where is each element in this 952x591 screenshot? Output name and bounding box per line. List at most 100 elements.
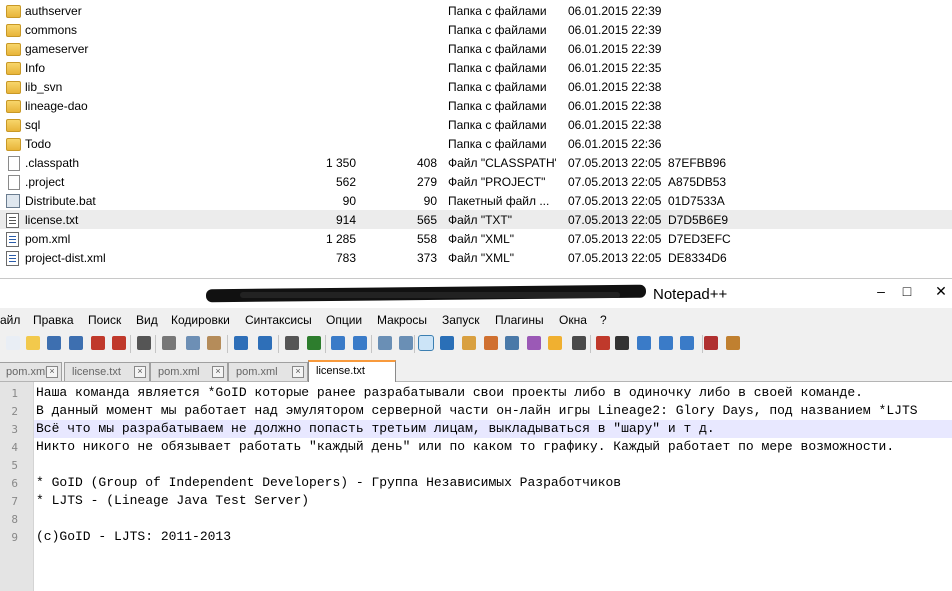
file-row[interactable]: .classpath 1 350 408 Файл "CLASSPATH" 07.05.… — [0, 153, 952, 172]
file-date: 06.01.2015 22:39 — [568, 4, 662, 18]
file-date: 06.01.2015 22:36 — [568, 137, 662, 151]
run-macro-multiple-icon[interactable] — [658, 336, 673, 350]
code-line[interactable]: Всё что мы разрабатываем не должно попас… — [36, 421, 715, 436]
spell-check-icon[interactable] — [704, 336, 718, 350]
toolbar-separator — [413, 335, 415, 353]
copy-icon[interactable] — [185, 336, 200, 350]
open-file-icon[interactable] — [25, 336, 40, 350]
file-row[interactable]: Distribute.bat 90 90 Пакетный файл ... 07.05… — [0, 191, 952, 210]
menu-help[interactable]: ? — [600, 313, 607, 327]
line-number: 4 — [11, 441, 18, 454]
minimize-button[interactable]: – — [868, 281, 894, 301]
menu-search[interactable]: Поиск — [88, 313, 121, 327]
file-type: Файл "PROJECT" — [448, 175, 546, 189]
menu-macros[interactable]: Макросы — [377, 313, 427, 327]
word-wrap-icon[interactable] — [417, 335, 434, 351]
indent-guide-icon[interactable] — [462, 336, 477, 350]
print-icon[interactable] — [137, 336, 151, 350]
record-macro-icon[interactable] — [596, 336, 610, 350]
file-row[interactable]: lineage-dao Папка с файлами 06.01.2015 22:… — [0, 96, 952, 115]
zoom-in-icon[interactable] — [331, 336, 346, 350]
menu-file[interactable]: айл — [0, 313, 20, 327]
file-row[interactable]: project-dist.xml 783 373 Файл "XML" 07.05.20… — [0, 248, 952, 267]
menu-encoding[interactable]: Кодировки — [171, 313, 230, 327]
tab-license-txt-1[interactable]: license.txt × — [64, 362, 150, 381]
replace-icon[interactable] — [306, 336, 321, 350]
show-all-chars-icon[interactable] — [440, 336, 455, 350]
folder-workspace-icon[interactable] — [548, 336, 563, 350]
code-line[interactable]: В данный момент мы работает над эмулятор… — [36, 403, 918, 418]
save-icon[interactable] — [47, 336, 62, 350]
function-list-icon[interactable] — [526, 336, 541, 350]
file-row[interactable]: Todo Папка с файлами 06.01.2015 22:36 — [0, 134, 952, 153]
file-name: commons — [25, 23, 78, 37]
file-row[interactable]: commons Папка с файлами 06.01.2015 22:39 — [0, 20, 952, 39]
file-name: lineage-dao — [25, 99, 88, 113]
undo-icon[interactable] — [234, 336, 249, 350]
stop-macro-icon[interactable] — [615, 336, 630, 350]
toolbar-separator — [590, 335, 592, 353]
monitor-icon[interactable] — [572, 336, 587, 350]
tab-close-icon[interactable]: × — [46, 366, 58, 378]
file-row[interactable]: .project 562 279 Файл "PROJECT" 07.05.2013 2… — [0, 172, 952, 191]
menu-syntax[interactable]: Синтаксисы — [245, 313, 312, 327]
tab-close-icon[interactable]: × — [292, 366, 304, 378]
file-row[interactable]: gameserver Папка с файлами 06.01.2015 22:3… — [0, 39, 952, 58]
tab-pom-xml-3[interactable]: pom.xml × — [228, 362, 308, 381]
sync-vertical-icon[interactable] — [377, 336, 392, 350]
menu-run[interactable]: Запуск — [442, 313, 480, 327]
menu-windows[interactable]: Окна — [559, 313, 587, 327]
cut-icon[interactable] — [161, 336, 176, 350]
close-icon[interactable] — [90, 336, 105, 350]
tab-pom-xml-0[interactable]: pom.xml × — [0, 362, 62, 381]
doc-map-icon[interactable] — [505, 336, 520, 350]
file-name: Todo — [25, 137, 52, 151]
sync-horizontal-icon[interactable] — [399, 336, 414, 350]
code-line[interactable]: * LJTS - (Lineage Java Test Server) — [36, 493, 309, 508]
redacted-title-scribble-2 — [240, 292, 620, 298]
user-lang-icon[interactable] — [483, 336, 498, 350]
xml-file-icon — [6, 251, 19, 266]
file-date: 06.01.2015 22:35 — [568, 61, 662, 75]
file-name: project-dist.xml — [25, 251, 106, 265]
save-all-icon[interactable] — [68, 336, 83, 350]
file-packed-size: 558 — [416, 232, 437, 246]
code-line[interactable]: Наша команда является *GoID которые ране… — [36, 385, 863, 400]
close-all-icon[interactable] — [112, 336, 127, 350]
redo-icon[interactable] — [257, 336, 272, 350]
close-window-button[interactable]: ✕ — [928, 281, 952, 301]
zoom-out-icon[interactable] — [353, 336, 367, 350]
code-line[interactable]: * GoID (Group of Independent Developers)… — [36, 475, 621, 490]
file-row[interactable]: authserver Папка с файлами 06.01.2015 22:3… — [0, 1, 952, 20]
toolbar — [0, 331, 952, 357]
menu-view[interactable]: Вид — [136, 313, 158, 327]
file-date: 07.05.2013 22:05 — [568, 194, 662, 208]
file-row[interactable]: pom.xml 1 285 558 Файл "XML" 07.05.2013 22:0… — [0, 229, 952, 248]
maximize-button[interactable]: □ — [894, 281, 920, 301]
file-row[interactable]: lib_svn Папка с файлами 06.01.2015 22:38 — [0, 77, 952, 96]
new-file-icon[interactable] — [6, 336, 21, 350]
file-row[interactable]: Info Папка с файлами 06.01.2015 22:35 — [0, 58, 952, 77]
line-number: 5 — [11, 459, 18, 472]
code-line[interactable]: (c)GoID - LJTS: 2011-2013 — [36, 529, 231, 544]
menu-plugins[interactable]: Плагины — [495, 313, 544, 327]
menu-edit[interactable]: Правка — [33, 313, 74, 327]
code-line[interactable]: Никто никого не обязывает работать "кажд… — [36, 439, 894, 454]
tab-license-txt-4[interactable]: license.txt — [308, 360, 396, 383]
file-row[interactable]: sql Папка с файлами 06.01.2015 22:38 — [0, 115, 952, 134]
tab-pom-xml-2[interactable]: pom.xml × — [150, 362, 228, 381]
editor-area[interactable]: 1 2 3 4 5 6 7 8 9 Наша команда является *GoID ко… — [0, 382, 952, 591]
play-macro-icon[interactable] — [637, 336, 652, 350]
paste-icon[interactable] — [207, 336, 222, 350]
tab-label: license.txt — [72, 366, 121, 378]
folder-icon — [6, 62, 21, 75]
menu-options[interactable]: Опции — [326, 313, 362, 327]
tab-close-icon[interactable]: × — [134, 366, 146, 378]
file-packed-size: 90 — [423, 194, 437, 208]
find-icon[interactable] — [284, 336, 299, 350]
file-type: Пакетный файл ... — [448, 194, 550, 208]
spell-check-settings-icon[interactable] — [725, 336, 740, 350]
file-row[interactable]: license.txt 914 565 Файл "TXT" 07.05.2013 22… — [0, 210, 952, 229]
tab-close-icon[interactable]: × — [212, 366, 224, 378]
save-macro-icon[interactable] — [680, 336, 695, 350]
